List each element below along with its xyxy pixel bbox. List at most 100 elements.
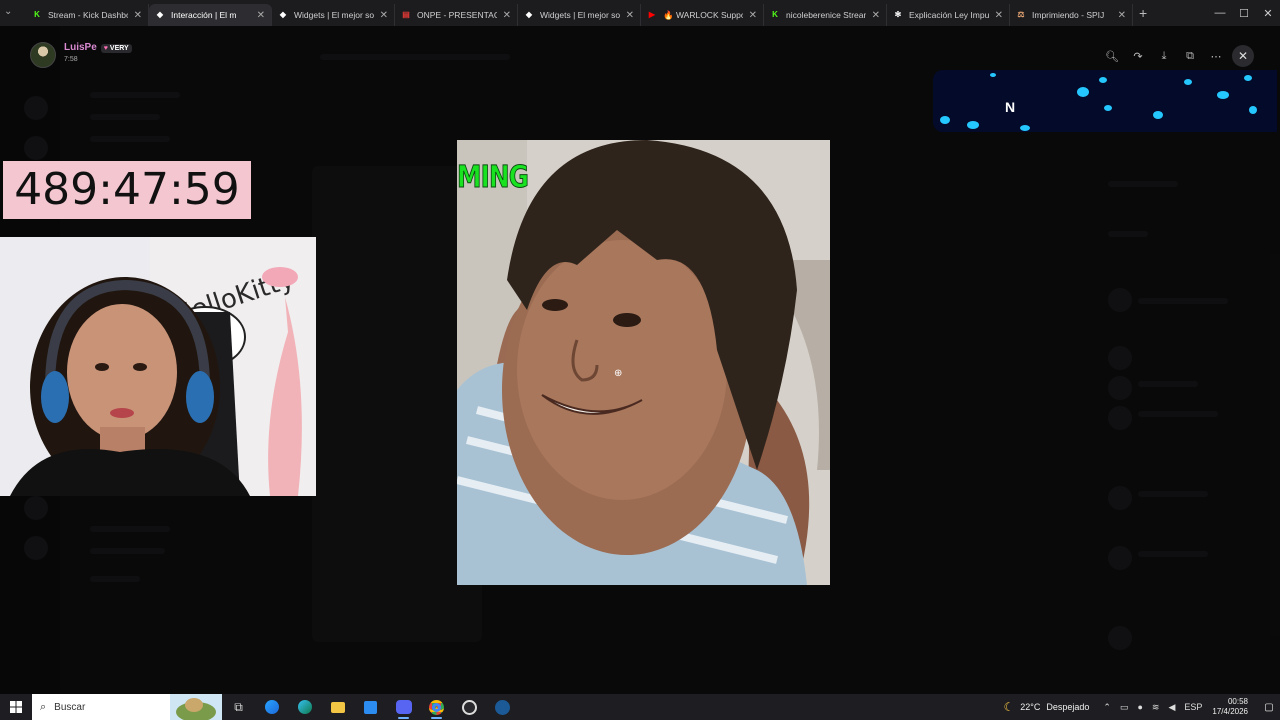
language-indicator[interactable]: ESP bbox=[1184, 702, 1202, 713]
zoom-icon[interactable]: 🔍︎ bbox=[1100, 46, 1124, 66]
close-window-button[interactable]: ✕ bbox=[1256, 7, 1280, 20]
close-tab-icon[interactable]: ✕ bbox=[872, 10, 880, 21]
court-icon: ⚖ bbox=[1017, 10, 1025, 19]
download-icon[interactable]: ⤓ bbox=[1152, 46, 1176, 66]
weather-desc: Despejado bbox=[1046, 702, 1090, 712]
weather-widget[interactable]: ☾ 22°C Despejado bbox=[1004, 700, 1090, 714]
role-badge: ♥ VERY bbox=[100, 44, 132, 53]
close-viewer-button[interactable]: ✕ bbox=[1232, 45, 1254, 67]
poster-username[interactable]: LuisPe bbox=[64, 42, 97, 53]
discord-icon bbox=[395, 700, 412, 714]
zoom-cursor-icon: ⊕ bbox=[614, 368, 623, 379]
close-tab-icon[interactable]: ✕ bbox=[995, 10, 1003, 21]
tab-title: Widgets | El mejor so bbox=[540, 10, 620, 20]
tab-title: 🔥 WARLOCK Suppo bbox=[663, 9, 743, 20]
poster-info: LuisPe ♥ VERY 7:58 bbox=[30, 42, 132, 68]
photo bbox=[457, 140, 830, 585]
task-view-button[interactable]: ⧉ bbox=[222, 694, 255, 720]
tab-title: Explicación Ley Impu bbox=[909, 10, 989, 20]
heart-icon: ♥ bbox=[103, 45, 108, 52]
webcam-feed: HelloKitty bbox=[0, 237, 316, 496]
wifi-icon[interactable]: ≋ bbox=[1152, 702, 1160, 713]
chatgpt-icon: ✻ bbox=[894, 10, 902, 19]
close-icon: ✕ bbox=[1237, 49, 1249, 63]
stream-timer: 489:47:59 bbox=[3, 161, 251, 219]
browser-tab-strip: ⌄ K Stream - Kick Dashbo ✕ ◆ Interacción | E… bbox=[0, 0, 1280, 26]
post-time: 7:58 bbox=[64, 56, 78, 63]
close-tab-icon[interactable]: ✕ bbox=[749, 10, 757, 21]
tab-list: K Stream - Kick Dashbo ✕ ◆ Interacción | El … bbox=[26, 0, 1133, 26]
taskbar-steam[interactable] bbox=[486, 694, 519, 720]
neon-widget bbox=[933, 70, 1277, 132]
attachment-image[interactable] bbox=[457, 140, 830, 585]
obs-icon bbox=[462, 699, 477, 715]
taskbar-obs[interactable] bbox=[453, 694, 486, 720]
edge-icon bbox=[297, 700, 312, 714]
badge-label: VERY bbox=[109, 45, 129, 52]
browser-tab[interactable]: ▶ 🔥 WARLOCK Suppo ✕ bbox=[641, 4, 764, 26]
browser-tab[interactable]: ◆ Widgets | El mejor so ✕ bbox=[518, 4, 641, 26]
taskbar-search[interactable]: ⌕ Buscar bbox=[32, 694, 222, 720]
tab-title: Interacción | El m bbox=[171, 10, 237, 20]
widget-icon: ◆ bbox=[279, 10, 287, 19]
notification-icon[interactable]: ▢ bbox=[1258, 702, 1280, 713]
maximize-button[interactable]: ☐ bbox=[1232, 7, 1256, 20]
widget-icon: ◆ bbox=[156, 10, 164, 19]
minimize-button[interactable]: — bbox=[1208, 7, 1232, 19]
browser-tab[interactable]: ⚖ Imprimiendo - SPIJ ✕ bbox=[1010, 4, 1133, 26]
clock[interactable]: 00:58 17/4/2026 bbox=[1212, 697, 1248, 717]
close-tab-icon[interactable]: ✕ bbox=[503, 10, 511, 21]
browser-tab[interactable]: K Stream - Kick Dashbo ✕ bbox=[26, 4, 149, 26]
open-external-icon[interactable]: ⧉ bbox=[1178, 46, 1202, 66]
close-tab-icon[interactable]: ✕ bbox=[1118, 10, 1126, 21]
browser-tab[interactable]: Knicoleberenice Strean ✕ bbox=[764, 4, 887, 26]
browser-tab[interactable]: ◆ Interacción | El m ✕ bbox=[149, 4, 272, 26]
steam-icon bbox=[495, 699, 510, 715]
poster-name-row: LuisPe ♥ VERY bbox=[64, 42, 132, 53]
tab-search-icon[interactable]: ⌄ bbox=[4, 6, 12, 17]
start-button[interactable] bbox=[0, 694, 32, 720]
taskbar-file-explorer[interactable] bbox=[321, 694, 354, 720]
browser-tab[interactable]: ✻ Explicación Ley Impu ✕ bbox=[887, 4, 1010, 26]
clock-date: 17/4/2026 bbox=[1212, 707, 1248, 716]
tab-title: Widgets | El mejor so bbox=[294, 10, 374, 20]
window-controls: — ☐ ✕ bbox=[1208, 0, 1280, 26]
widget-icon: ◆ bbox=[525, 10, 533, 19]
tray-icons: ⌃ ▭ ● ≋ ◀ ESP bbox=[1103, 702, 1202, 713]
document-icon: ▤ bbox=[402, 10, 410, 19]
youtube-icon: ▶ bbox=[648, 10, 656, 19]
close-tab-icon[interactable]: ✕ bbox=[626, 10, 634, 21]
taskbar-store[interactable] bbox=[354, 694, 387, 720]
share-icon[interactable]: ↷ bbox=[1126, 46, 1150, 66]
taskbar-edge[interactable] bbox=[288, 694, 321, 720]
browser-tab[interactable]: ▤ ONPE - PRESENTACIÓ ✕ bbox=[395, 4, 518, 26]
moon-icon: ☾ bbox=[1003, 700, 1015, 714]
taskbar-discord[interactable] bbox=[387, 694, 420, 720]
close-tab-icon[interactable]: ✕ bbox=[380, 10, 388, 21]
tab-title: ONPE - PRESENTACIÓ bbox=[417, 10, 497, 20]
browser-tab[interactable]: ◆ Widgets | El mejor so ✕ bbox=[272, 4, 395, 26]
tab-title: Imprimiendo - SPIJ bbox=[1032, 10, 1105, 20]
taskbar-copilot[interactable] bbox=[255, 694, 288, 720]
avatar[interactable] bbox=[30, 42, 56, 68]
taskbar: ⌕ Buscar ⧉ ☾ 22°C Despejado ⌃ ▭ ● ≋ ◀ ES… bbox=[0, 694, 1280, 720]
system-tray: ☾ 22°C Despejado ⌃ ▭ ● ≋ ◀ ESP 00:58 17/… bbox=[1004, 694, 1280, 720]
battery-icon[interactable]: ▭ bbox=[1120, 702, 1129, 713]
search-placeholder: Buscar bbox=[54, 701, 86, 713]
webcam-image: HelloKitty bbox=[0, 237, 316, 496]
chrome-icon bbox=[429, 699, 444, 715]
chevron-up-icon[interactable]: ⌃ bbox=[1103, 702, 1111, 713]
close-tab-icon[interactable]: ✕ bbox=[134, 10, 142, 21]
taskbar-chrome[interactable] bbox=[420, 694, 453, 720]
volume-icon[interactable]: ◀ bbox=[1168, 702, 1175, 713]
new-tab-button[interactable]: + bbox=[1139, 5, 1147, 21]
neon-particles bbox=[933, 70, 1277, 132]
close-tab-icon[interactable]: ✕ bbox=[257, 10, 265, 21]
folder-icon bbox=[330, 701, 345, 713]
viewer-toolbar: 🔍︎ ↷ ⤓ ⧉ ⋯ bbox=[1100, 46, 1228, 66]
more-icon[interactable]: ⋯ bbox=[1204, 46, 1228, 66]
kick-icon: K bbox=[34, 10, 40, 19]
kick-icon: K bbox=[772, 10, 778, 19]
mic-icon[interactable]: ● bbox=[1137, 702, 1142, 713]
tab-title: nicoleberenice Strean bbox=[786, 10, 866, 20]
